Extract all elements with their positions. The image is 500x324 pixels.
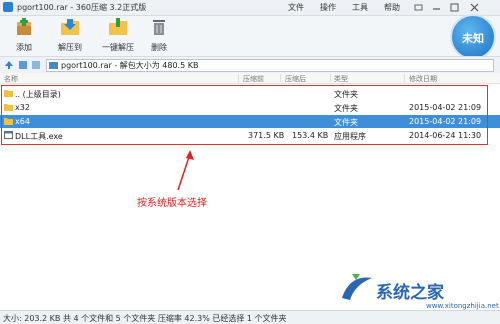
skin-icon[interactable]	[414, 3, 423, 12]
up-arrow-icon[interactable]	[4, 60, 14, 70]
col-type[interactable]: 类型	[334, 74, 348, 84]
list-view-icon[interactable]	[18, 60, 28, 70]
watermark-logo-icon	[342, 274, 372, 300]
details-view-icon[interactable]	[31, 60, 41, 70]
annotation-text: 按系统版本选择	[137, 198, 207, 209]
col-after[interactable]: 压缩后	[285, 74, 306, 84]
archive-icon	[49, 62, 58, 69]
address-text: pgort100.rar - 解包大小为 480.5 KB	[61, 61, 199, 70]
status-bar: 大小: 203.2 KB 共 4 个文件和 5 个文件夹 压缩率 42.3% 已…	[0, 310, 500, 324]
extract-to-label: 解压到	[58, 43, 82, 52]
add-label: 添加	[16, 43, 32, 52]
menu-operate[interactable]: 操作	[320, 2, 336, 13]
title-bar: pgort100.rar - 360压缩 3.2正式版 文件 操作 工具 帮助	[0, 0, 500, 16]
extract-to-button[interactable]: 解压到	[50, 16, 90, 56]
menu-tools[interactable]: 工具	[352, 2, 368, 13]
window-title: pgort100.rar - 360压缩 3.2正式版	[17, 3, 147, 12]
status-text: 大小: 203.2 KB 共 4 个文件和 5 个文件夹 压缩率 42.3% 已…	[3, 314, 287, 323]
close-icon[interactable]	[470, 3, 479, 12]
delete-label: 删除	[151, 43, 167, 52]
watermark: 系统之家 www.xitongzhijia.net	[338, 268, 499, 312]
security-badge[interactable]: 未知	[450, 14, 496, 60]
col-date[interactable]: 修改日期	[409, 74, 437, 84]
col-before[interactable]: 压缩前	[243, 74, 264, 84]
minimize-icon[interactable]	[432, 3, 441, 12]
app-icon	[3, 2, 13, 12]
one-click-extract-button[interactable]: 一键解压	[98, 16, 138, 56]
toolbar: 添加 解压到 一键解压 删除	[0, 16, 500, 56]
one-click-extract-label: 一键解压	[102, 43, 134, 52]
add-button[interactable]: 添加	[4, 16, 44, 56]
add-icon	[17, 18, 31, 35]
menu-help[interactable]: 帮助	[384, 2, 400, 13]
menu-file[interactable]: 文件	[288, 2, 304, 13]
col-name[interactable]: 名称	[4, 74, 18, 84]
extract-to-icon	[61, 19, 79, 35]
badge-label: 未知	[462, 32, 484, 45]
watermark-url: www.xitongzhijia.net	[426, 302, 499, 310]
address-field[interactable]: pgort100.rar - 解包大小为 480.5 KB	[46, 59, 494, 72]
delete-icon	[153, 20, 165, 35]
address-bar: pgort100.rar - 解包大小为 480.5 KB	[0, 56, 500, 74]
delete-button[interactable]: 删除	[139, 16, 179, 56]
maximize-icon[interactable]	[450, 3, 459, 12]
watermark-text: 系统之家	[376, 283, 444, 303]
column-header: 名称 压缩前 压缩后 类型 修改日期	[0, 73, 500, 84]
highlight-box	[1, 85, 488, 145]
annotation-arrow-icon	[177, 150, 194, 191]
one-click-extract-icon	[109, 18, 127, 35]
